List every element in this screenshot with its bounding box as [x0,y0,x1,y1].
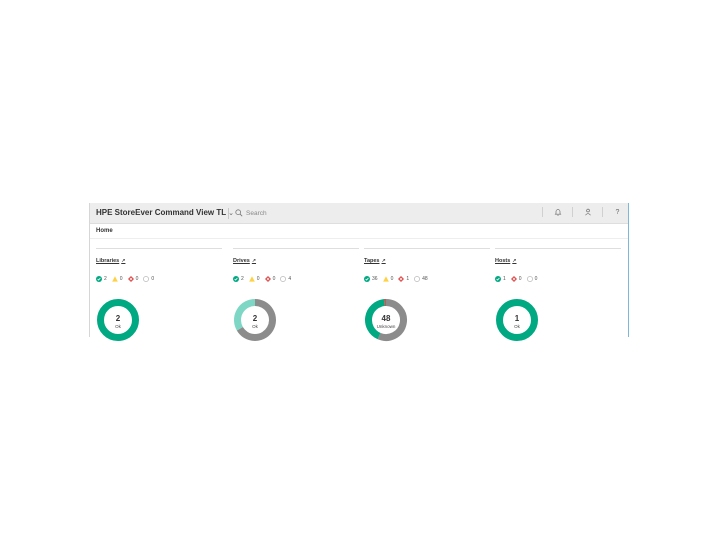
search-input[interactable] [246,209,396,217]
drives-donut[interactable]: 2 Ok [233,298,277,342]
warning-count: 0 [256,275,260,282]
critical-count: 0 [518,275,522,282]
warning-status[interactable]: 0 [248,275,260,282]
divider [228,208,229,219]
unknown-status[interactable]: 48 [414,276,428,282]
search-icon [235,209,243,217]
critical-count: 0 [272,275,276,282]
tapes-donut[interactable]: 48 Unknown [364,298,408,342]
ok-check-icon [364,275,370,282]
warning-icon [382,275,389,282]
card-title: Tapes [364,258,380,264]
critical-count: 1 [406,275,410,282]
donut-value: 1 [515,314,520,323]
donut-label: Ok [252,324,259,329]
external-link-icon: ↗ [121,258,126,264]
divider [542,207,543,217]
breadcrumb: Home [96,228,113,234]
unknown-icon [526,275,533,282]
unknown-status[interactable]: 0 [143,276,154,282]
ok-check-icon [96,275,102,282]
external-link-icon: ↗ [251,258,257,264]
hosts-donut[interactable]: 1 Ok [495,298,539,342]
card-title: Drives [233,258,250,264]
unknown-icon [414,275,421,282]
card-title: Hosts [495,258,511,264]
warning-count: 0 [390,275,394,282]
warning-count: 0 [119,275,123,282]
libraries-link[interactable]: Libraries ↗ [96,258,125,264]
divider [572,207,573,217]
ok-status[interactable]: 1 [495,275,506,282]
critical-status[interactable]: 1 [398,275,410,282]
divider [602,207,603,217]
divider [90,238,628,239]
status-summary: 36 0 1 48 [364,275,490,282]
toolbar-icons: ? [542,207,622,217]
warning-status[interactable]: 0 [382,275,394,282]
app-title-menu[interactable]: HPE StoreEver Command View TL ⌄ [96,208,234,217]
libraries-donut[interactable]: 2 Ok [96,298,140,342]
donut-value: 2 [253,314,258,323]
unknown-status[interactable]: 0 [526,275,538,282]
ok-count: 2 [104,275,107,282]
card-title: Libraries [96,258,120,264]
unknown-count: 4 [288,275,292,282]
status-summary: 1 0 0 [495,275,621,282]
unknown-count: 0 [151,275,155,282]
ok-check-icon [233,275,239,282]
external-link-icon: ↗ [381,258,386,264]
ok-check-icon [495,275,501,282]
donut-label: Unknown [377,324,396,329]
user-icon[interactable] [583,208,592,217]
drives-card: Drives ↗ 2 0 0 4 2 Ok [233,248,359,341]
donut-label: Ok [115,324,122,329]
ok-status[interactable]: 36 [364,275,378,282]
critical-status[interactable]: 0 [127,275,139,282]
ok-status[interactable]: 2 [96,275,107,282]
unknown-count: 0 [534,275,538,282]
hosts-link[interactable]: Hosts ↗ [495,258,516,264]
unknown-icon [280,275,287,282]
critical-icon [127,275,134,282]
unknown-icon [143,275,150,282]
critical-status[interactable]: 0 [264,275,276,282]
warning-icon [111,275,118,282]
divider [96,248,222,249]
critical-count: 0 [135,275,139,282]
divider [233,248,359,249]
ok-count: 1 [503,275,506,282]
app-window: HPE StoreEver Command View TL⌄ ? Home Li… [89,203,629,341]
status-summary: 2 0 0 4 [233,275,359,282]
donut-label: Ok [514,324,521,329]
top-bar: HPE StoreEver Command View TL⌄ ? [90,203,628,224]
warning-status[interactable]: 0 [111,275,123,282]
status-summary: 2 0 0 0 [96,275,222,282]
unknown-status[interactable]: 4 [280,276,291,282]
ok-count: 36 [372,275,378,282]
tapes-link[interactable]: Tapes ↗ [364,258,386,264]
external-link-icon: ↗ [512,258,517,264]
help-icon[interactable]: ? [613,208,622,217]
app-title: HPE StoreEver Command View TL [96,208,227,217]
divider [364,248,490,249]
libraries-card: Libraries ↗ 2 0 0 0 2 Ok [96,248,222,341]
donut-value: 2 [116,314,121,323]
critical-icon [398,275,405,282]
unknown-count: 48 [422,275,428,282]
ok-status[interactable]: 2 [233,275,244,282]
donut-value: 48 [382,314,391,323]
critical-status[interactable]: 0 [510,275,522,282]
critical-icon [510,275,517,282]
bell-icon[interactable] [553,208,562,217]
drives-link[interactable]: Drives ↗ [233,258,256,264]
tapes-card: Tapes ↗ 36 0 1 48 48 Unknown [364,248,490,341]
divider [495,248,621,249]
critical-icon [264,275,271,282]
warning-icon [248,275,255,282]
ok-count: 2 [241,275,244,282]
hosts-card: Hosts ↗ 1 0 0 1 Ok [495,248,621,341]
search-box[interactable] [235,207,435,219]
